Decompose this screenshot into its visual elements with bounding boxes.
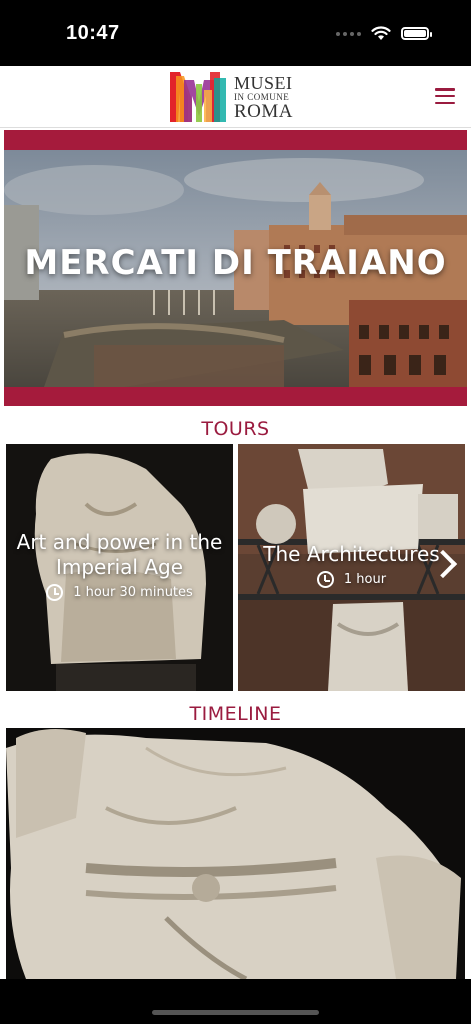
tours-section-title: TOURS [201, 418, 270, 440]
timeline-statue-photo [6, 728, 465, 979]
logo-text: MUSEI IN COMUNE ROMA [234, 74, 293, 121]
tour-1-duration: 1 hour 30 minutes [46, 584, 193, 601]
tour-1-info: Art and power in the Imperial Age 1 hour… [6, 530, 233, 605]
app-header: MUSEI IN COMUNE ROMA [0, 66, 471, 128]
tour-2-duration: 1 hour [316, 571, 387, 588]
wifi-icon [371, 26, 391, 40]
musei-logo-mark-icon [170, 72, 226, 122]
tour-1-duration-text: 1 hour 30 minutes [73, 585, 193, 600]
hamburger-menu-icon[interactable] [435, 88, 455, 104]
app-screen: MUSEI IN COMUNE ROMA MERCATI DI TRAIANO … [0, 66, 471, 979]
musei-in-comune-logo[interactable]: MUSEI IN COMUNE ROMA [170, 70, 293, 124]
clock-icon [46, 584, 64, 601]
status-icons [336, 26, 432, 41]
tour-2-duration-text: 1 hour [343, 572, 387, 587]
tour-card-architectures[interactable]: The Architectures 1 hour [238, 444, 465, 691]
tour-1-title: Art and power in the Imperial Age [16, 530, 223, 579]
cellular-signal-icon [336, 31, 361, 36]
tour-card-art-and-power[interactable]: Art and power in the Imperial Age 1 hour… [6, 444, 233, 691]
timeline-image[interactable] [6, 728, 465, 979]
logo-line-3: ROMA [234, 100, 294, 122]
status-time: 10:47 [66, 22, 120, 44]
clock-icon [316, 571, 334, 588]
timeline-section-title: TIMELINE [189, 703, 282, 725]
logo-line-1: MUSEI [234, 72, 293, 93]
battery-icon [401, 27, 432, 40]
status-bar: 10:47 [0, 0, 471, 66]
home-indicator[interactable] [152, 1010, 319, 1015]
hero-banner[interactable]: MERCATI DI TRAIANO [4, 130, 467, 406]
hero-title: MERCATI DI TRAIANO [24, 243, 447, 283]
